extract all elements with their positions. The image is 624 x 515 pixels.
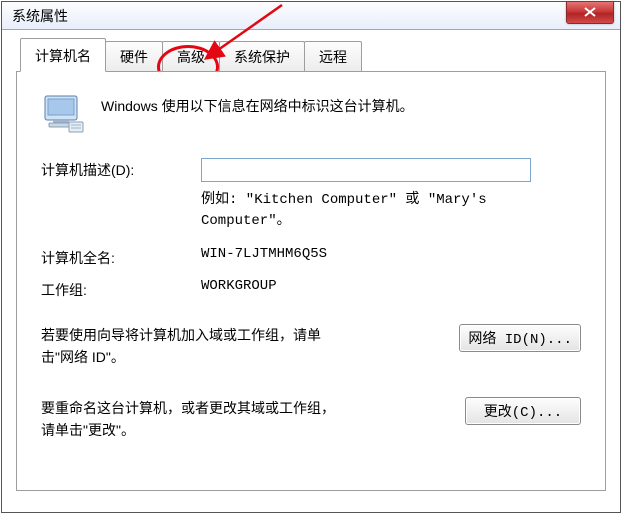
intro-row: Windows 使用以下信息在网络中标识这台计算机。: [41, 90, 581, 136]
content-area: 计算机名 硬件 高级 系统保护 远程: [2, 30, 620, 501]
tab-advanced[interactable]: 高级: [162, 41, 220, 72]
workgroup-value: WORKGROUP: [201, 278, 581, 294]
tab-computer-name[interactable]: 计算机名: [20, 38, 106, 72]
tab-body: Windows 使用以下信息在网络中标识这台计算机。 计算机描述(D): 例如:…: [16, 71, 606, 491]
change-section: 要重命名这台计算机，或者更改其域或工作组， 请单击"更改"。 更改(C)...: [41, 397, 581, 442]
system-properties-window: 系统属性 计算机名 硬件 高级 系统保护 远程: [1, 1, 621, 513]
window-title: 系统属性: [12, 6, 68, 26]
network-id-text: 若要使用向导将计算机加入域或工作组，请单 击"网络 ID"。: [41, 324, 321, 369]
form-grid: 计算机描述(D): 例如: "Kitchen Computer" 或 "Mary…: [41, 158, 581, 300]
full-computer-name-value: WIN-7LJTMHM6Q5S: [201, 246, 581, 262]
full-computer-name-label: 计算机全名:: [41, 246, 201, 268]
computer-description-input[interactable]: [201, 158, 531, 182]
network-id-button[interactable]: 网络 ID(N)...: [459, 324, 581, 352]
computer-icon: [41, 90, 87, 136]
tabstrip: 计算机名 硬件 高级 系统保护 远程: [16, 40, 606, 72]
computer-description-hint: 例如: "Kitchen Computer" 或 "Mary's Compute…: [201, 190, 581, 232]
titlebar: 系统属性: [2, 2, 620, 30]
workgroup-label: 工作组:: [41, 278, 201, 300]
change-button[interactable]: 更改(C)...: [465, 397, 581, 425]
change-text: 要重命名这台计算机，或者更改其域或工作组， 请单击"更改"。: [41, 397, 335, 442]
intro-text: Windows 使用以下信息在网络中标识这台计算机。: [101, 90, 414, 116]
close-icon: [584, 7, 596, 17]
tab-system-protection[interactable]: 系统保护: [219, 41, 305, 72]
tab-remote[interactable]: 远程: [304, 41, 362, 72]
computer-description-label: 计算机描述(D):: [41, 158, 201, 180]
network-id-section: 若要使用向导将计算机加入域或工作组，请单 击"网络 ID"。 网络 ID(N).…: [41, 324, 581, 369]
close-button[interactable]: [566, 2, 614, 24]
tab-hardware[interactable]: 硬件: [105, 41, 163, 72]
